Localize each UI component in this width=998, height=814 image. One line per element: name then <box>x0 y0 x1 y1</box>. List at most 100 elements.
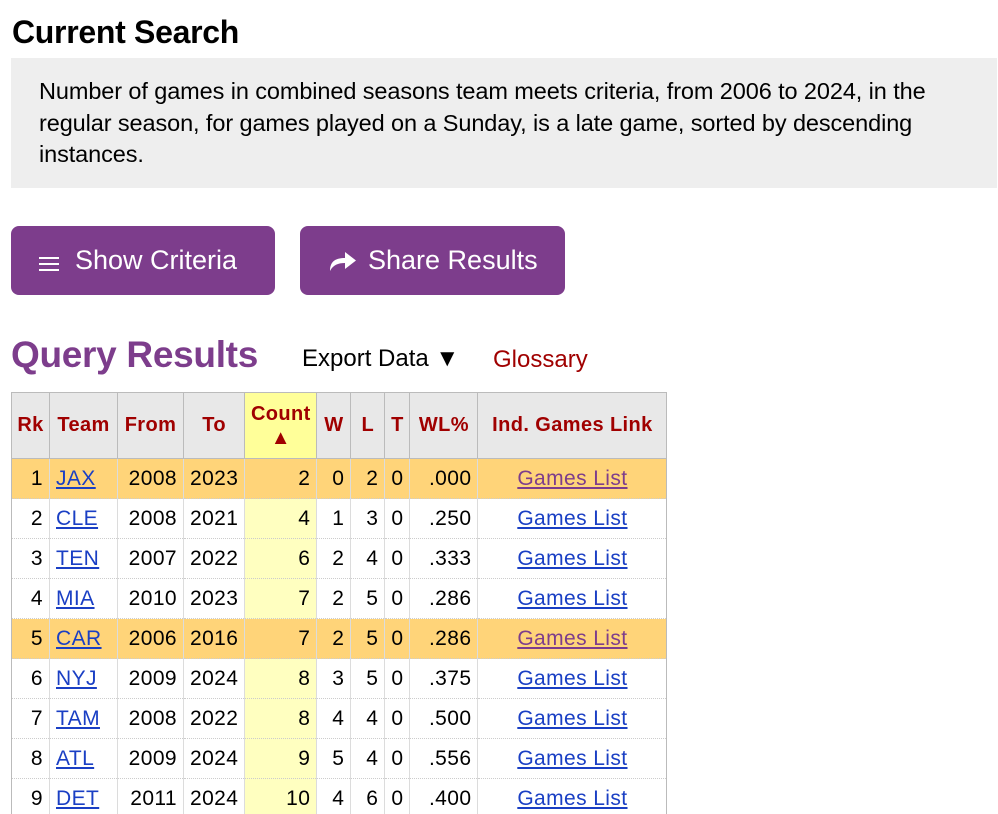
hamburger-menu-icon <box>39 256 59 272</box>
cell-from: 2008 <box>117 458 184 499</box>
cell-to: 2022 <box>182 538 245 579</box>
col-header-count[interactable]: Count ▲ <box>244 392 318 459</box>
glossary-link[interactable]: Glossary <box>493 346 588 374</box>
col-header-l[interactable]: L <box>350 392 386 459</box>
cell-losses: 4 <box>350 538 385 579</box>
cell-rank: 2 <box>11 498 50 539</box>
show-criteria-button[interactable]: Show Criteria <box>11 226 275 295</box>
table-row: 2 CLE 2008 2021 4 1 3 0.250 Games List <box>11 498 668 539</box>
cell-from: 2006 <box>117 618 184 659</box>
col-header-team[interactable]: Team <box>49 392 118 459</box>
col-header-w[interactable]: W <box>316 392 352 459</box>
sort-ascending-icon: ▲ <box>270 426 291 449</box>
cell-games-link: Games List <box>477 698 668 739</box>
share-results-label: Share Results <box>368 245 538 275</box>
cell-ties: 0 <box>384 578 410 619</box>
cell-to: 2024 <box>182 778 245 814</box>
cell-games-link: Games List <box>477 658 668 699</box>
cell-to: 2024 <box>182 658 245 699</box>
cell-from: 2009 <box>117 738 184 779</box>
cell-wl-pct: .333 <box>409 538 478 579</box>
games-list-link[interactable]: Games List <box>517 507 627 530</box>
cell-from: 2011 <box>117 778 184 814</box>
col-header-games-link[interactable]: Ind. Games Link <box>477 392 668 459</box>
cell-ties: 0 <box>384 658 410 699</box>
share-results-button[interactable]: Share Results <box>300 226 565 295</box>
cell-team: ATL <box>49 738 118 779</box>
team-link[interactable]: DET <box>56 787 99 810</box>
cell-games-link: Games List <box>477 578 668 619</box>
games-list-link[interactable]: Games List <box>517 627 627 650</box>
cell-wl-pct: .400 <box>409 778 478 814</box>
cell-team: DET <box>49 778 118 814</box>
col-header-to[interactable]: To <box>182 392 246 459</box>
team-link[interactable]: NYJ <box>56 667 97 690</box>
team-link[interactable]: MIA <box>56 587 95 610</box>
col-header-t[interactable]: T <box>384 392 411 459</box>
cell-wins: 2 <box>316 618 351 659</box>
cell-wl-pct: .250 <box>409 498 478 539</box>
team-link[interactable]: CAR <box>56 627 102 650</box>
cell-losses: 2 <box>350 458 385 499</box>
cell-wins: 0 <box>316 458 351 499</box>
cell-from: 2008 <box>117 498 184 539</box>
export-data-dropdown[interactable]: Export Data ▼ <box>302 345 459 373</box>
cell-losses: 5 <box>350 618 385 659</box>
cell-count: 9 <box>244 738 317 779</box>
cell-wl-pct: .375 <box>409 658 478 699</box>
cell-team: CAR <box>49 618 118 659</box>
team-link[interactable]: TAM <box>56 707 100 730</box>
show-criteria-label: Show Criteria <box>75 245 238 275</box>
games-list-link[interactable]: Games List <box>517 747 627 770</box>
games-list-link[interactable]: Games List <box>517 707 627 730</box>
cell-losses: 4 <box>350 738 385 779</box>
cell-games-link: Games List <box>477 618 668 659</box>
games-list-link[interactable]: Games List <box>517 667 627 690</box>
cell-wins: 2 <box>316 538 351 579</box>
team-link[interactable]: TEN <box>56 547 99 570</box>
col-header-from[interactable]: From <box>117 392 184 459</box>
cell-team: TAM <box>49 698 118 739</box>
cell-wins: 1 <box>316 498 351 539</box>
cell-ties: 0 <box>384 698 410 739</box>
cell-ties: 0 <box>384 538 410 579</box>
col-header-rk[interactable]: Rk <box>11 392 50 459</box>
cell-games-link: Games List <box>477 498 668 539</box>
cell-to: 2021 <box>182 498 245 539</box>
games-list-link[interactable]: Games List <box>517 587 627 610</box>
cell-losses: 5 <box>350 578 385 619</box>
table-row: 4 MIA 2010 2023 7 2 5 0.286 Games List <box>11 578 668 619</box>
cell-count: 4 <box>244 498 317 539</box>
games-list-link[interactable]: Games List <box>517 547 627 570</box>
team-link[interactable]: CLE <box>56 507 98 530</box>
current-search-heading: Current Search <box>12 14 239 50</box>
team-link[interactable]: ATL <box>56 747 94 770</box>
cell-ties: 0 <box>384 738 410 779</box>
cell-rank: 3 <box>11 538 50 579</box>
games-list-link[interactable]: Games List <box>517 787 627 810</box>
cell-rank: 5 <box>11 618 50 659</box>
cell-count: 2 <box>244 458 317 499</box>
page: Current Search Number of games in combin… <box>0 0 998 814</box>
cell-ties: 0 <box>384 498 410 539</box>
table-row: 9 DET 2011 2024 10 4 6 0.400 Games List <box>11 778 668 814</box>
cell-losses: 5 <box>350 658 385 699</box>
team-link[interactable]: JAX <box>56 467 96 490</box>
cell-rank: 8 <box>11 738 50 779</box>
cell-wins: 3 <box>316 658 351 699</box>
cell-losses: 3 <box>350 498 385 539</box>
cell-team: TEN <box>49 538 118 579</box>
cell-from: 2009 <box>117 658 184 699</box>
table-row: 8 ATL 2009 2024 9 5 4 0.556 Games List <box>11 738 668 779</box>
cell-wl-pct: .000 <box>409 458 478 499</box>
count-header-label: Count <box>250 402 311 425</box>
table-header-row: Rk Team From To Count ▲ W L T WL% Ind. G… <box>11 392 668 459</box>
cell-from: 2010 <box>117 578 184 619</box>
games-list-link[interactable]: Games List <box>517 467 627 490</box>
cell-team: MIA <box>49 578 118 619</box>
col-header-wlpct[interactable]: WL% <box>409 392 479 459</box>
cell-count: 8 <box>244 658 317 699</box>
cell-team: JAX <box>49 458 118 499</box>
cell-count: 10 <box>244 778 317 814</box>
criteria-summary: Number of games in combined seasons team… <box>11 58 997 188</box>
